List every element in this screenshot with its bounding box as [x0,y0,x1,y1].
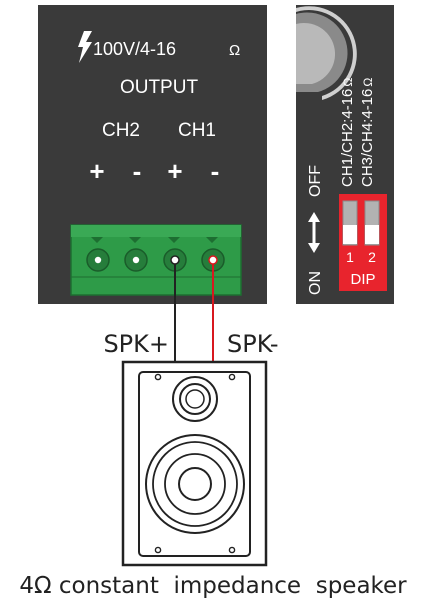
output-panel: 100V/4-16 Ω OUTPUT CH2 CH1 + - + - [38,5,267,304]
spk-plus-label: SPK+ [103,330,169,358]
dip-switch-1-toggle [343,225,357,244]
dip-switch-number-2: 2 [368,249,376,265]
terminal-block-top [71,225,241,237]
output-label: OUTPUT [120,77,199,98]
polarity-label-ch2-minus: - [133,156,142,186]
dip-switch-number-1: 1 [346,249,354,265]
dip-label: DIP [350,271,375,288]
terminal-screw-2 [124,248,148,272]
speaker-tweeter [172,376,218,422]
rating-ohm-symbol: Ω [229,42,240,59]
speaker-woofer [145,434,245,534]
terminal-screw-1 [86,248,110,272]
spk-minus-label: SPK- [227,330,279,358]
dip-switch: 1 2 DIP [339,194,387,291]
dip-switch-2-toggle [365,225,379,244]
on-label: ON [307,271,324,295]
rating-label: 100V/4-16 [93,39,176,59]
channel-label-ch1: CH1 [178,120,216,141]
channel-label-ch2: CH2 [102,120,140,141]
dip-panel: CH1/CH2:4-16Ω CH3/CH4:4-16Ω OFF ON 1 2 D… [296,5,394,304]
terminal-block [70,224,242,296]
polarity-label-ch2-plus: + [89,156,104,186]
ch34-impedance-label: CH3/CH4:4-16Ω [359,78,376,187]
caption: 4Ω constant impedance speaker [19,573,407,599]
polarity-label-ch1-plus: + [167,156,182,186]
polarity-label-ch1-minus: - [211,156,220,186]
off-label: OFF [307,165,324,197]
wiring-diagram: 100V/4-16 Ω OUTPUT CH2 CH1 + - + - CH1/C… [19,5,407,599]
ch12-impedance-label: CH1/CH2:4-16Ω [339,78,356,187]
speaker-icon [121,360,268,567]
